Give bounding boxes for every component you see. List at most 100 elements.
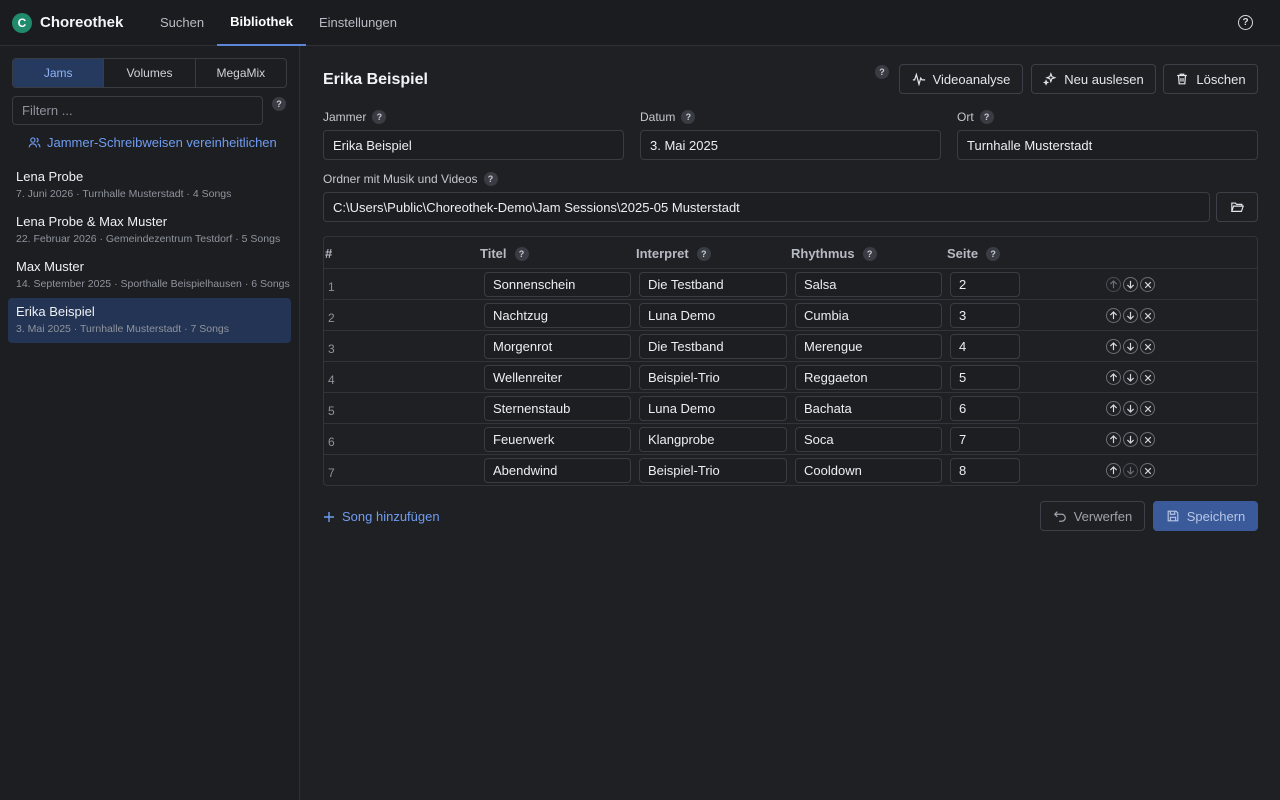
remove-row-icon[interactable] (1140, 370, 1155, 385)
tab-bibliothek[interactable]: Bibliothek (217, 0, 306, 46)
rhythm-cell-input[interactable]: Cooldown (795, 458, 942, 483)
tab-einstellungen[interactable]: Einstellungen (306, 0, 410, 46)
rhythm-cell-input[interactable]: Cumbia (795, 303, 942, 328)
rhythm-cell-input[interactable]: Soca (795, 427, 942, 452)
jammer-help-icon[interactable]: ? (372, 110, 387, 124)
move-down-icon[interactable] (1123, 432, 1138, 447)
remove-row-icon[interactable] (1140, 432, 1155, 447)
move-up-icon[interactable] (1106, 370, 1121, 385)
table-row: 6 Feuerwerk Klangprobe Soca 7 (324, 423, 1257, 454)
remove-row-icon[interactable] (1140, 308, 1155, 323)
artist-cell-input[interactable]: Die Testband (639, 334, 787, 359)
title-cell-input[interactable]: Sonnenschein (484, 272, 631, 297)
move-down-icon[interactable] (1123, 370, 1138, 385)
folder-path-field[interactable]: C:\Users\Public\Choreothek-Demo\Jam Sess… (323, 192, 1210, 222)
page-cell-input[interactable]: 8 (950, 458, 1020, 483)
move-down-icon[interactable] (1123, 339, 1138, 354)
rhythm-cell-input[interactable]: Merengue (795, 334, 942, 359)
remove-row-icon[interactable] (1140, 463, 1155, 478)
browse-folder-button[interactable] (1216, 192, 1258, 222)
rhythm-help-icon[interactable]: ? (862, 246, 877, 261)
jam-name: Erika Beispiel (16, 304, 95, 319)
tab-suchen[interactable]: Suchen (147, 0, 217, 46)
header-help-icon[interactable]: ? (875, 65, 889, 79)
unify-label: Jammer-Schreibweisen vereinheitlichen (47, 135, 277, 150)
jam-item[interactable]: Lena Probe 7. Juni 2026 · Turnhalle Must… (8, 163, 291, 208)
artist-cell-input[interactable]: Luna Demo (639, 303, 787, 328)
page-cell-input[interactable]: 2 (950, 272, 1020, 297)
rhythm-cell-input[interactable]: Salsa (795, 272, 942, 297)
row-number: 2 (328, 311, 335, 325)
artist-cell-input[interactable]: Klangprobe (639, 427, 787, 452)
artist-cell-input[interactable]: Beispiel-Trio (639, 365, 787, 390)
filter-help-icon[interactable]: ? (272, 97, 286, 111)
jam-item[interactable]: Lena Probe & Max Muster 22. Februar 2026… (8, 208, 291, 253)
move-down-icon[interactable] (1123, 277, 1138, 292)
artist-help-icon[interactable]: ? (696, 246, 711, 261)
top-bar: C Choreothek Suchen Bibliothek Einstellu… (0, 0, 1280, 46)
page-cell-input[interactable]: 5 (950, 365, 1020, 390)
title-cell-input[interactable]: Nachtzug (484, 303, 631, 328)
row-number: 4 (328, 373, 335, 387)
date-field[interactable]: 3. Mai 2025 (640, 130, 941, 160)
move-up-icon[interactable] (1106, 401, 1121, 416)
row-controls (1106, 308, 1155, 323)
move-down-icon[interactable] (1123, 308, 1138, 323)
rhythm-cell-input[interactable]: Reggaeton (795, 365, 942, 390)
move-up-icon[interactable] (1106, 308, 1121, 323)
header-rhythm: Rhythmus? (791, 246, 877, 261)
page-title: Erika Beispiel (323, 71, 428, 88)
table-row: 2 Nachtzug Luna Demo Cumbia 3 (324, 299, 1257, 330)
filter-input[interactable] (12, 96, 263, 125)
page-help-icon[interactable]: ? (986, 246, 1001, 261)
folder-help-icon[interactable]: ? (483, 172, 498, 186)
title-cell-input[interactable]: Abendwind (484, 458, 631, 483)
unify-jammer-names-link[interactable]: Jammer-Schreibweisen vereinheitlichen (28, 135, 277, 150)
table-row: 5 Sternenstaub Luna Demo Bachata 6 (324, 392, 1257, 423)
discard-button[interactable]: Verwerfen (1040, 501, 1145, 531)
title-cell-input[interactable]: Wellenreiter (484, 365, 631, 390)
move-up-icon[interactable] (1106, 277, 1121, 292)
page-cell-input[interactable]: 3 (950, 303, 1020, 328)
date-help-icon[interactable]: ? (681, 110, 696, 124)
place-help-icon[interactable]: ? (979, 110, 994, 124)
remove-row-icon[interactable] (1140, 277, 1155, 292)
video-analysis-button[interactable]: Videoanalyse (899, 64, 1023, 94)
artist-cell-input[interactable]: Luna Demo (639, 396, 787, 421)
row-controls (1106, 401, 1155, 416)
title-help-icon[interactable]: ? (514, 246, 529, 261)
segment-jams[interactable]: Jams (13, 59, 105, 87)
date-label: Datum? (640, 110, 696, 124)
add-song-button[interactable]: Song hinzufügen (323, 509, 440, 524)
table-row: 4 Wellenreiter Beispiel-Trio Reggaeton 5 (324, 361, 1257, 392)
rhythm-cell-input[interactable]: Bachata (795, 396, 942, 421)
segment-megamix[interactable]: MegaMix (196, 59, 286, 87)
remove-row-icon[interactable] (1140, 401, 1155, 416)
place-field[interactable]: Turnhalle Musterstadt (957, 130, 1258, 160)
page-cell-input[interactable]: 7 (950, 427, 1020, 452)
reread-button[interactable]: Neu auslesen (1031, 64, 1156, 94)
artist-cell-input[interactable]: Die Testband (639, 272, 787, 297)
jam-item[interactable]: Max Muster 14. September 2025 · Sporthal… (8, 253, 291, 298)
remove-row-icon[interactable] (1140, 339, 1155, 354)
move-down-icon[interactable] (1123, 463, 1138, 478)
segment-volumes[interactable]: Volumes (104, 59, 196, 87)
save-button[interactable]: Speichern (1153, 501, 1258, 531)
title-cell-input[interactable]: Morgenrot (484, 334, 631, 359)
move-up-icon[interactable] (1106, 432, 1121, 447)
help-icon[interactable]: ? (1238, 15, 1253, 30)
move-up-icon[interactable] (1106, 339, 1121, 354)
jam-item-selected[interactable]: Erika Beispiel 3. Mai 2025 · Turnhalle M… (8, 298, 291, 343)
page-cell-input[interactable]: 6 (950, 396, 1020, 421)
title-cell-input[interactable]: Sternenstaub (484, 396, 631, 421)
jam-name: Lena Probe & Max Muster (16, 214, 168, 229)
row-controls (1106, 339, 1155, 354)
move-down-icon[interactable] (1123, 401, 1138, 416)
delete-button[interactable]: Löschen (1163, 64, 1258, 94)
move-up-icon[interactable] (1106, 463, 1121, 478)
page-cell-input[interactable]: 4 (950, 334, 1020, 359)
folder-open-icon (1230, 202, 1244, 212)
jammer-field[interactable]: Erika Beispiel (323, 130, 624, 160)
artist-cell-input[interactable]: Beispiel-Trio (639, 458, 787, 483)
title-cell-input[interactable]: Feuerwerk (484, 427, 631, 452)
